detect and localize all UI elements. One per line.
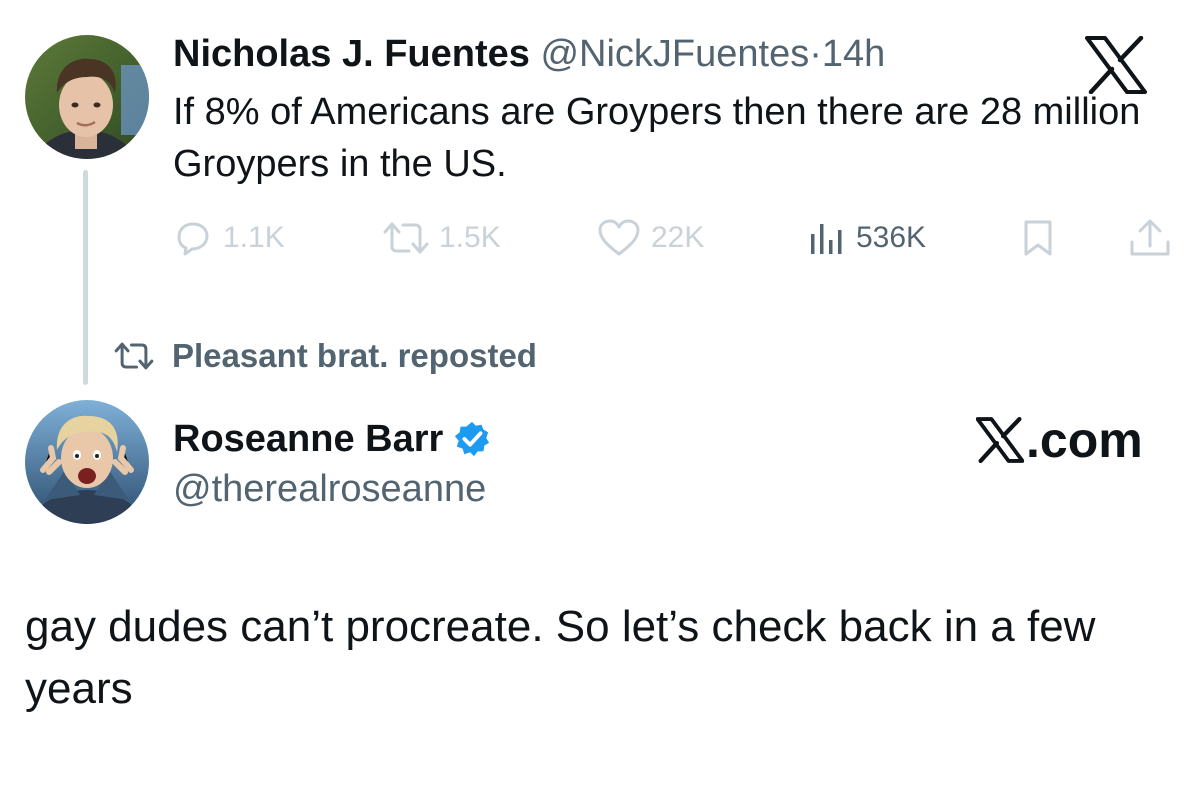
views-button[interactable]: 536K: [806, 216, 926, 260]
author-name[interactable]: Roseanne Barr: [173, 418, 443, 461]
like-icon: [598, 219, 640, 256]
bookmark-icon: [1024, 220, 1052, 256]
tweet-text: If 8% of Americans are Groypers then the…: [173, 91, 1141, 185]
share-icon: [1130, 219, 1170, 256]
like-count: 22K: [651, 221, 705, 254]
x-logo-icon: [976, 417, 1024, 463]
views-icon: [811, 224, 842, 254]
tweet-timestamp[interactable]: 14h: [822, 33, 885, 75]
tweet-header: Nicholas J. Fuentes @NickJFuentes·14h: [173, 30, 885, 78]
share-button[interactable]: [1128, 216, 1172, 260]
header-separator: ·: [809, 33, 822, 75]
reply-button[interactable]: 1.1K: [173, 216, 285, 260]
repost-banner[interactable]: Pleasant brat. reposted: [112, 334, 537, 378]
view-count: 536K: [856, 221, 927, 254]
author-row: Roseanne Barr: [173, 414, 491, 464]
tweet-text: gay dudes can’t procreate. So let’s chec…: [25, 602, 1096, 713]
bookmark-button[interactable]: [1018, 216, 1058, 260]
author-name[interactable]: Nicholas J. Fuentes: [173, 33, 530, 75]
avatar[interactable]: [25, 400, 149, 524]
xcom-watermark: .com: [976, 412, 1143, 468]
avatar-photo: [25, 400, 149, 524]
avatar-photo: [25, 35, 149, 159]
verified-badge-icon: [455, 421, 490, 457]
repost-icon: [383, 222, 429, 254]
author-handle[interactable]: @NickJFuentes: [540, 33, 809, 75]
reply-icon: [177, 222, 209, 256]
repost-banner-text: Pleasant brat. reposted: [172, 337, 537, 374]
reply-count: 1.1K: [223, 221, 285, 254]
avatar[interactable]: [25, 35, 149, 159]
repost-icon: [114, 342, 154, 370]
author-handle[interactable]: @therealroseanne: [173, 464, 486, 514]
like-button[interactable]: 22K: [597, 216, 704, 260]
xcom-text: .com: [1026, 412, 1143, 468]
repost-button[interactable]: 1.5K: [383, 216, 501, 260]
repost-count: 1.5K: [439, 221, 501, 254]
thread-line: [83, 170, 88, 385]
